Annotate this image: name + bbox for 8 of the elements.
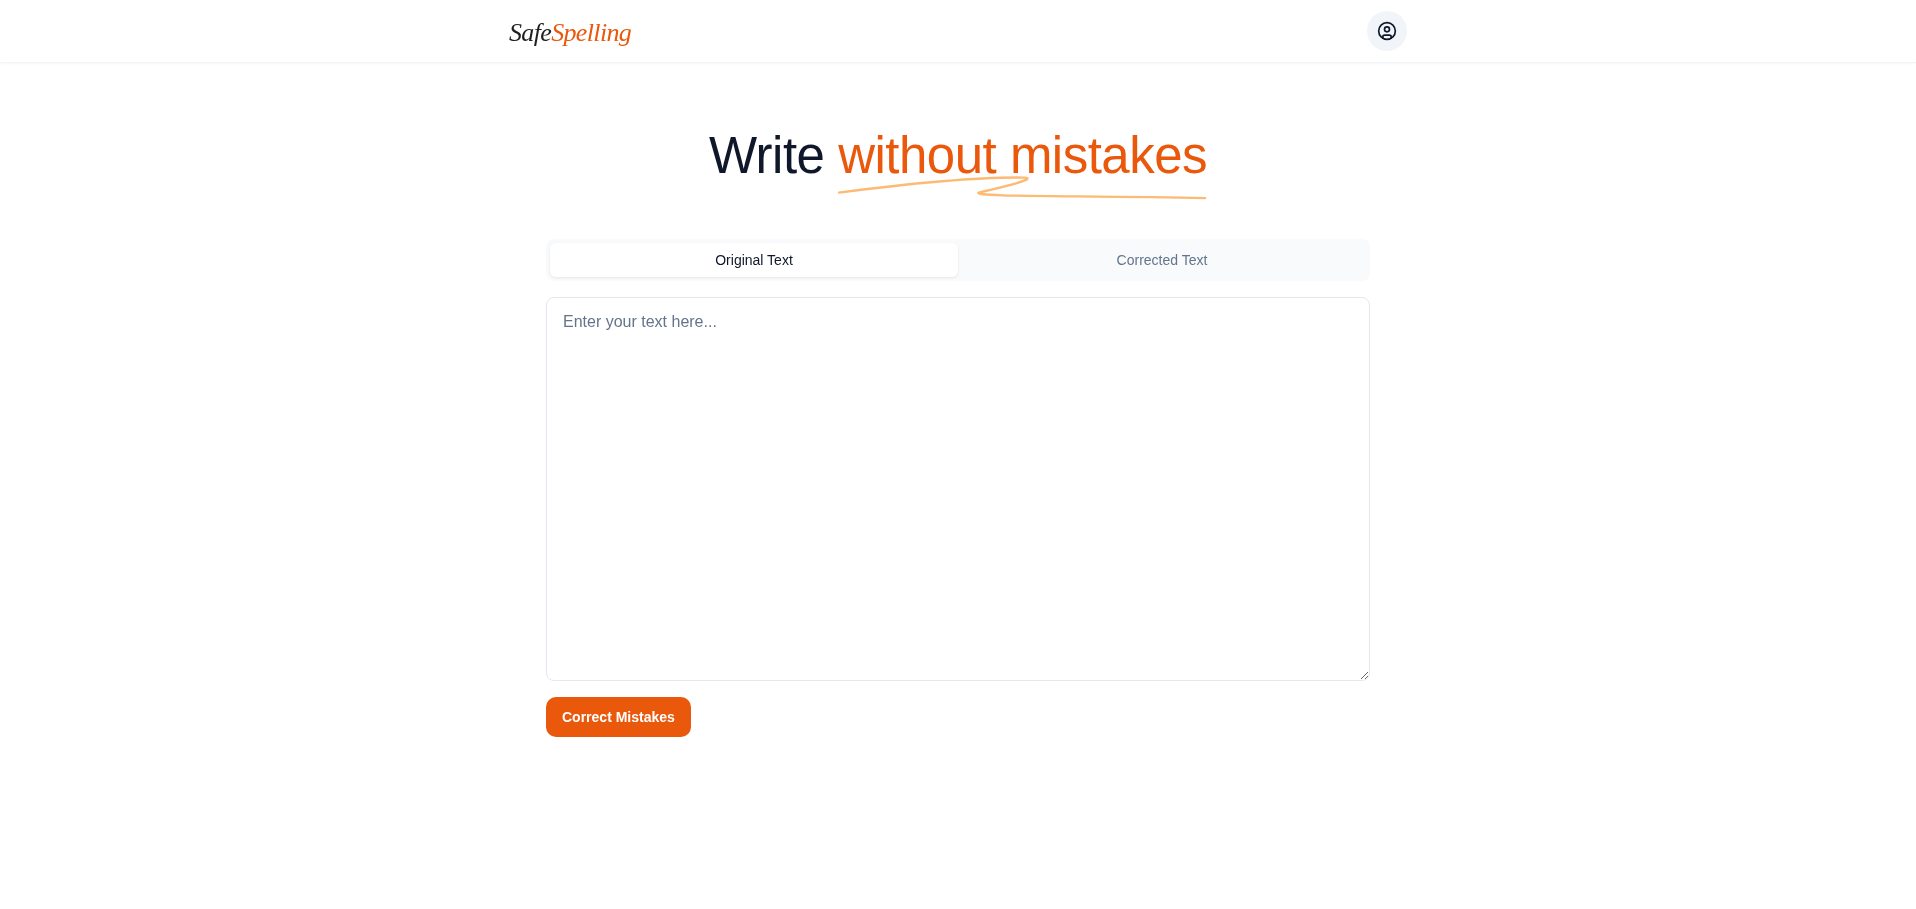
page-heading: Write without mistakes [708,130,1208,181]
account-button[interactable] [1367,11,1407,51]
user-circle-icon [1377,21,1397,41]
text-input-field[interactable]: Enter your text here... [546,297,1370,681]
tab[interactable]: Original Text [550,243,958,277]
tab[interactable]: Corrected Text [958,243,1366,277]
logo-link[interactable]: SafeSpelling [509,20,632,46]
correct-mistakes-button[interactable]: Correct Mistakes [546,697,691,737]
